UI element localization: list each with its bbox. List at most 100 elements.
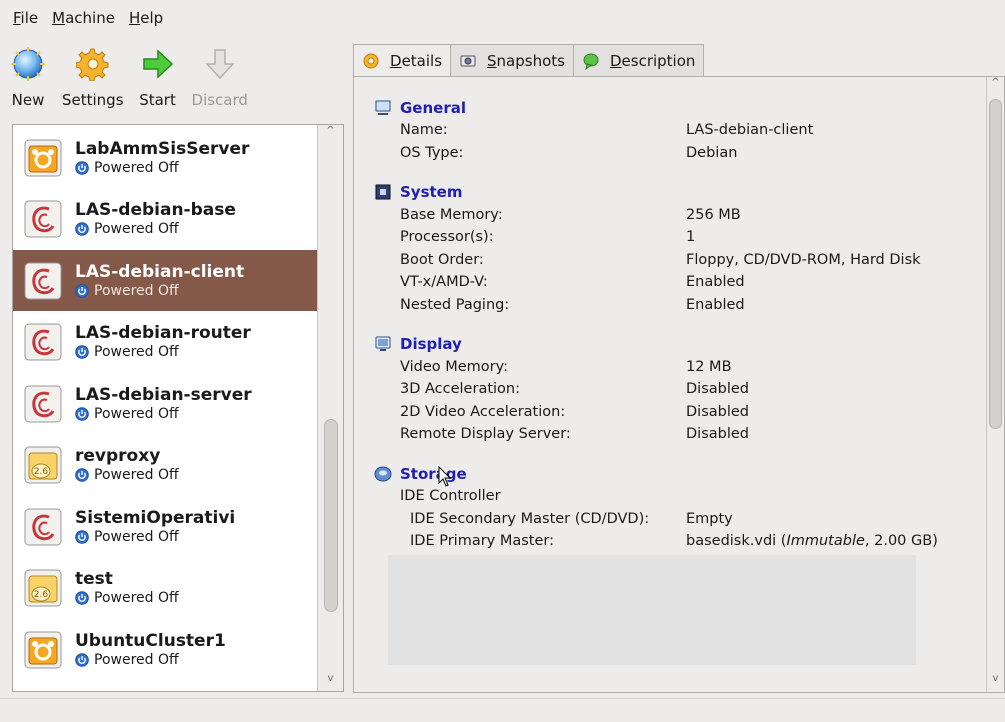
chip-icon	[375, 184, 391, 200]
vm-status: Powered Off	[75, 282, 244, 300]
2d-acceleration-value: Disabled	[686, 404, 749, 420]
processors-key: Processor(s):	[400, 229, 494, 245]
vm-name: LabAmmSisServer	[75, 138, 250, 159]
ide-primary-type: Immutable	[786, 533, 865, 549]
section-general-title: General	[400, 99, 466, 117]
ide-primary-value: basedisk.vdi (Immutable, 2.00 GB)	[686, 533, 938, 549]
vm-text: test Powered Off	[75, 569, 179, 607]
section-system[interactable]: System	[374, 183, 462, 201]
power-icon	[75, 591, 89, 605]
section-display-title: Display	[400, 335, 462, 353]
tab-description-label: Description	[609, 51, 696, 70]
vm-status-label: Powered Off	[94, 590, 179, 606]
vm-text: SistemiOperativi Powered Off	[75, 508, 235, 546]
speech-bubble-icon	[583, 53, 599, 70]
vm-status: Powered Off	[75, 159, 249, 177]
settings-button[interactable]: Settings	[62, 44, 124, 109]
vtx-value: Enabled	[686, 274, 745, 290]
vm-list-item[interactable]: 2.6 revproxy Powered Off	[13, 435, 317, 496]
ide-secondary-key: IDE Secondary Master (CD/DVD):	[410, 511, 650, 527]
ide-primary-size: , 2.00 GB)	[864, 533, 938, 549]
vm-status: Powered Off	[75, 528, 235, 546]
tab-details[interactable]: Details	[353, 44, 452, 77]
power-icon	[75, 283, 89, 298]
vm-name: revproxy	[75, 446, 161, 466]
vm-list-item[interactable]: LAS-debian-client Powered Off	[13, 250, 317, 311]
nested-paging-value: Enabled	[686, 297, 745, 313]
vm-status-label: Powered Off	[94, 651, 179, 668]
menu-file[interactable]: File	[6, 9, 45, 27]
disk-icon	[374, 466, 392, 482]
vm-list-item[interactable]: SistemiOperativi Powered Off	[13, 496, 317, 557]
section-general[interactable]: General	[374, 99, 466, 117]
power-icon	[75, 345, 89, 359]
vm-status-label: Powered Off	[94, 405, 179, 422]
scroll-up-icon[interactable]: ^	[318, 125, 343, 145]
discard-button[interactable]: Discard	[192, 44, 248, 109]
new-vm-icon	[8, 44, 48, 84]
remote-display-value: Disabled	[686, 426, 749, 442]
vm-status-label: Powered Off	[94, 344, 179, 360]
vm-name: LAS-debian-router	[75, 323, 251, 343]
start-button[interactable]: Start	[138, 44, 178, 109]
details-scrollbar[interactable]: ^ v	[986, 77, 1004, 692]
details-scroll-down-icon[interactable]: v	[987, 673, 1004, 692]
toolbar: New Settings Start Discard	[8, 44, 348, 116]
vm-status: Powered Off	[75, 343, 251, 361]
new-button[interactable]: New	[8, 44, 48, 109]
vm-list-item[interactable]: LAS-debian-base Powered Off	[13, 189, 317, 250]
vm-text: UbuntuCluster1 Powered Off	[75, 631, 226, 669]
vm-list-item[interactable]: LAS-debian-server Powered Off	[13, 373, 317, 434]
vm-name: test	[75, 569, 113, 589]
vm-list[interactable]: LabAmmSisServer Powered Off LAS-debian-bas…	[12, 124, 344, 692]
svg-text:2.6: 2.6	[34, 467, 49, 477]
tab-snapshots[interactable]: Snapshots	[450, 44, 574, 76]
vtx-key: VT-x/AMD-V:	[400, 274, 488, 290]
2d-acceleration-key: 2D Video Acceleration:	[400, 404, 566, 420]
3d-acceleration-value: Disabled	[686, 381, 749, 397]
os-type-value: Debian	[686, 145, 738, 161]
vm-status-label: Powered Off	[94, 282, 179, 299]
tab-description[interactable]: Description	[572, 44, 705, 76]
new-button-label: New	[11, 91, 45, 109]
vm-list-item[interactable]: 2.6 test Powered Off	[13, 558, 317, 619]
power-icon	[75, 160, 89, 175]
power-icon	[75, 406, 89, 421]
monitor-icon	[375, 100, 391, 115]
section-storage[interactable]: Storage	[374, 465, 467, 483]
vm-text: LAS-debian-server Powered Off	[75, 385, 252, 423]
section-system-title: System	[400, 183, 463, 201]
vm-name: LAS-debian-base	[75, 200, 236, 220]
vm-text: revproxy Powered Off	[75, 446, 179, 484]
linux26-icon: 2.6	[24, 569, 62, 607]
camera-icon	[460, 55, 476, 66]
ide-primary-key: IDE Primary Master:	[410, 533, 555, 549]
vm-text: LAS-debian-client Powered Off	[75, 262, 244, 300]
debian-icon	[24, 385, 62, 422]
details-scroll-up-icon[interactable]: ^	[987, 77, 1004, 97]
scroll-down-icon[interactable]: v	[318, 673, 343, 691]
section-display[interactable]: Display	[374, 335, 462, 353]
vm-list-item[interactable]: LabAmmSisServer Powered Off	[13, 127, 317, 188]
vm-list-scrollbar[interactable]: ^ v	[317, 125, 343, 691]
menu-machine[interactable]: Machine	[45, 9, 122, 27]
nested-paging-key: Nested Paging:	[400, 297, 510, 313]
mouse-cursor-icon	[438, 466, 452, 487]
vm-status-label: Powered Off	[94, 221, 179, 237]
tab-snapshots-label: Snapshots	[487, 51, 565, 70]
menu-help[interactable]: Help	[122, 9, 170, 27]
preview-area	[388, 555, 916, 665]
vm-name: LAS-debian-server	[75, 384, 252, 405]
remote-display-key: Remote Display Server:	[400, 426, 571, 442]
vm-status-label: Powered Off	[94, 467, 179, 483]
scroll-thumb[interactable]	[324, 419, 338, 612]
vm-list-item[interactable]: UbuntuCluster1 Powered Off	[13, 619, 317, 680]
linux26-icon: 2.6	[24, 446, 62, 484]
power-icon	[75, 222, 89, 236]
tab-details-label: Details	[390, 52, 443, 70]
details-scroll-thumb[interactable]	[989, 99, 1002, 429]
gear-icon	[363, 53, 379, 69]
power-icon	[75, 529, 89, 544]
vm-status: Powered Off	[75, 651, 226, 669]
vm-list-item[interactable]: LAS-debian-router Powered Off	[13, 312, 317, 373]
